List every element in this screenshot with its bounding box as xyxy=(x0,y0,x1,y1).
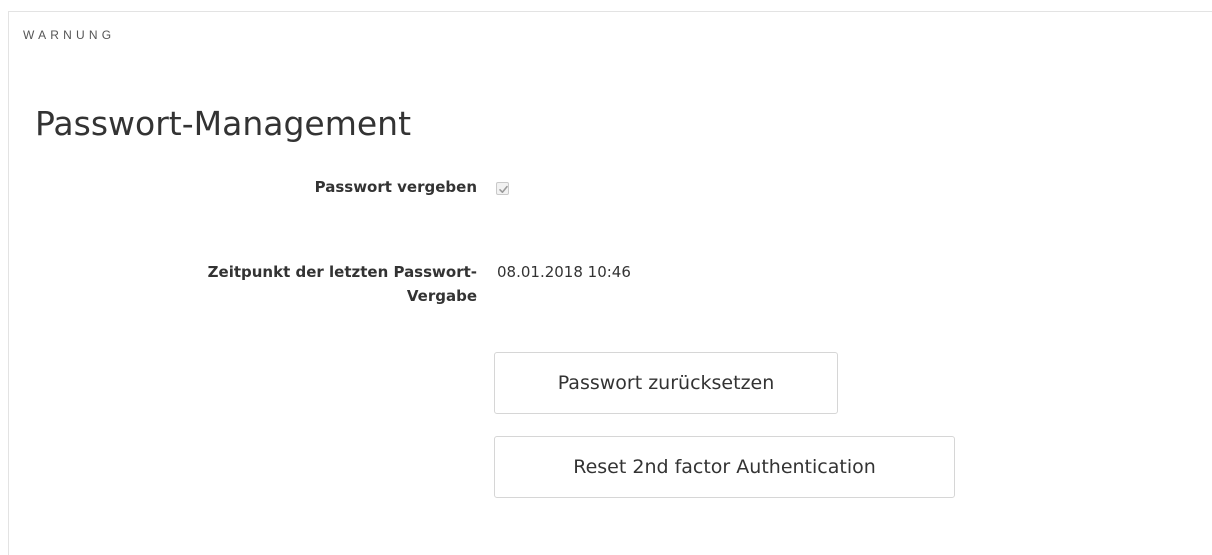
last-password-time-value: 08.01.2018 10:46 xyxy=(497,263,631,281)
check-icon xyxy=(499,185,508,193)
password-set-checkbox[interactable] xyxy=(496,182,509,195)
last-password-time-label: Zeitpunkt der letzten Passwort- Vergabe xyxy=(57,260,477,308)
reset-2fa-button[interactable]: Reset 2nd factor Authentication xyxy=(494,436,955,498)
reset-password-button[interactable]: Passwort zurücksetzen xyxy=(494,352,838,414)
last-password-time-label-line2: Vergabe xyxy=(406,287,477,305)
warning-label: WARNUNG xyxy=(23,28,116,42)
last-password-time-label-line1: Zeitpunkt der letzten Passwort- xyxy=(207,263,477,281)
password-set-label: Passwort vergeben xyxy=(314,178,477,196)
section-title: Passwort-Management xyxy=(35,104,412,143)
